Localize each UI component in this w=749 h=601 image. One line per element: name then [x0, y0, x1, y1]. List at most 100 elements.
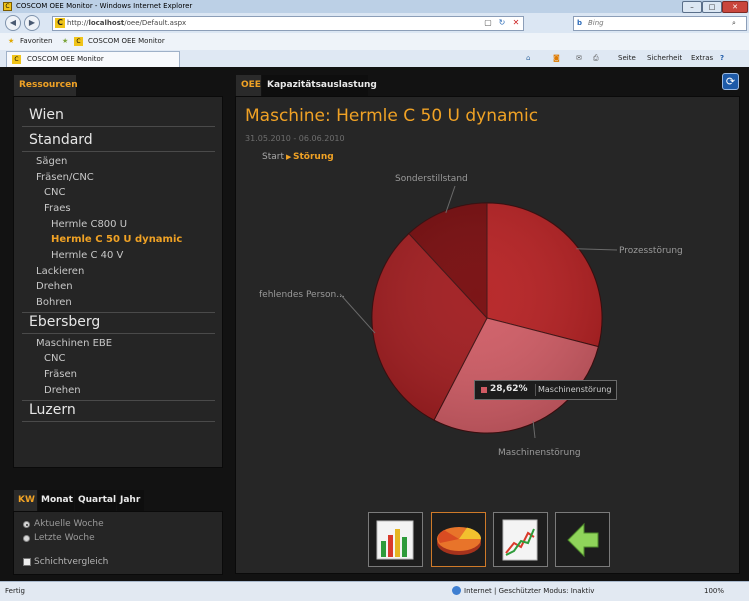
tree-item-lackieren[interactable]: Lackieren [36, 266, 84, 277]
refresh-page-icon[interactable]: ↻ [497, 18, 507, 28]
tree-separator [22, 333, 215, 334]
tab-kw[interactable]: KW [14, 490, 37, 511]
tree-item-cnc[interactable]: CNC [44, 187, 65, 198]
back-arrow-icon [567, 522, 599, 558]
site-icon: C [55, 18, 65, 28]
radio-letzte-woche[interactable] [23, 535, 30, 542]
tree-item-ebe-cnc[interactable]: CNC [44, 353, 65, 364]
window-titlebar: C COSCOM OEE Monitor - Windows Internet … [0, 0, 749, 13]
tab-ressourcen[interactable]: Ressourcen [14, 75, 78, 96]
search-box[interactable]: b Bing ⌕ [573, 16, 747, 31]
tree-item-wien[interactable]: Wien [29, 107, 64, 123]
safety-menu[interactable]: Sicherheit [647, 50, 682, 67]
tree-separator [22, 400, 215, 401]
status-bar: Fertig Internet | Geschützter Modus: Ina… [0, 581, 749, 601]
tooltip-swatch [481, 387, 487, 393]
tab-jahr[interactable]: Jahr [117, 490, 144, 511]
address-bar[interactable]: C http://localhost/oee/Default.aspx ▢ ↻ … [52, 16, 524, 31]
favorites-bar: ★ Favoriten ★ C COSCOM OEE Monitor [0, 33, 749, 51]
tree-item-ebe-fraesen[interactable]: Fräsen [44, 369, 77, 380]
favorites-button[interactable]: Favoriten [20, 33, 52, 50]
tooltip-label: Maschinenstörung [538, 385, 612, 394]
tree-item-hermle-c40v[interactable]: Hermle C 40 V [51, 250, 123, 261]
tree-item-bohren[interactable]: Bohren [36, 297, 72, 308]
browser-tab[interactable]: C COSCOM OEE Monitor [6, 51, 180, 67]
compat-icon[interactable]: ▢ [483, 18, 493, 28]
browser-tab-row: C COSCOM OEE Monitor ⌂ ◙ ✉ ⎙ Seite Siche… [0, 50, 749, 67]
search-input[interactable]: Bing [588, 17, 604, 30]
tools-menu[interactable]: Extras [691, 50, 713, 67]
radio-label-aktuelle-woche: Aktuelle Woche [34, 519, 104, 529]
date-range: 31.05.2010 - 06.06.2010 [245, 134, 345, 143]
page-menu[interactable]: Seite [618, 50, 636, 67]
page-title: Maschine: Hermle C 50 U dynamic [245, 106, 539, 126]
bar-chart-button[interactable] [368, 512, 423, 567]
address-row: ◀ ▶ C http://localhost/oee/Default.aspx … [0, 13, 749, 33]
tab-monat[interactable]: Monat [38, 490, 74, 511]
back-icon[interactable]: ◀ [5, 15, 21, 31]
tree-item-hermle-c50u-dynamic[interactable]: Hermle C 50 U dynamic [51, 234, 182, 245]
tree-item-drehen[interactable]: Drehen [36, 281, 73, 292]
pie-label-fehlendes-personal: fehlendes Person... [259, 290, 345, 300]
zoom-level[interactable]: 100% [704, 582, 724, 600]
radio-aktuelle-woche[interactable] [23, 521, 30, 528]
print-icon[interactable]: ⎙ [593, 50, 599, 67]
tree-item-hermle-c800u[interactable]: Hermle C800 U [51, 219, 127, 230]
site-favicon: C [74, 37, 83, 46]
pie-chart: Prozesstörung Maschinenstörung fehlendes… [259, 174, 683, 458]
tooltip-divider [535, 384, 536, 396]
mail-icon[interactable]: ✉ [576, 50, 582, 67]
line-chart-icon [502, 519, 538, 561]
back-button[interactable] [555, 512, 610, 567]
bing-icon: b [577, 19, 583, 27]
tab-oee[interactable]: OEE [236, 75, 261, 96]
close-button[interactable]: ✕ [722, 1, 748, 13]
radio-label-letzte-woche: Letzte Woche [34, 533, 95, 543]
maximize-button[interactable]: □ [702, 1, 722, 13]
tree-item-maschinen-ebe[interactable]: Maschinen EBE [36, 338, 112, 349]
help-icon[interactable]: ? [720, 50, 724, 67]
tree-item-fraesen-cnc[interactable]: Fräsen/CNC [36, 172, 94, 183]
feed-icon[interactable]: ◙ [553, 50, 560, 67]
add-favorite-icon[interactable]: ★ [62, 33, 68, 50]
tree-item-saegen[interactable]: Sägen [36, 156, 67, 167]
chart-tooltip: 28,62% Maschinenstörung [474, 380, 617, 400]
tree-item-fraes[interactable]: Fraes [44, 203, 71, 214]
pie-leader-line-2 [339, 293, 376, 334]
globe-icon [452, 586, 461, 595]
browser-tab-label: COSCOM OEE Monitor [27, 55, 104, 63]
pie-label-sonderstillstand: Sonderstillstand [395, 174, 468, 184]
refresh-icon[interactable]: ⟳ [722, 73, 739, 90]
tree-item-ebersberg[interactable]: Ebersberg [29, 314, 100, 330]
zone-text: Internet | Geschützter Modus: Inaktiv [464, 587, 595, 595]
forward-icon[interactable]: ▶ [24, 15, 40, 31]
home-icon[interactable]: ⌂ [526, 50, 530, 67]
tooltip-value: 28,62% [490, 384, 528, 394]
favorite-link-coscom[interactable]: COSCOM OEE Monitor [88, 33, 165, 50]
tab-quartal[interactable]: Quartal [75, 490, 116, 511]
status-text: Fertig [5, 587, 25, 595]
tree-separator [22, 126, 215, 127]
pie-chart-icon [437, 527, 482, 555]
pie-chart-button[interactable] [431, 512, 486, 567]
pie-label-maschinenstoerung: Maschinenstörung [498, 448, 581, 458]
url-text: http://localhost/oee/Default.aspx [67, 19, 187, 27]
window-title: COSCOM OEE Monitor - Windows Internet Ex… [16, 2, 193, 10]
checkbox-schichtvergleich[interactable] [23, 558, 31, 566]
tree-item-luzern[interactable]: Luzern [29, 402, 76, 418]
tree-item-ebe-drehen[interactable]: Drehen [44, 385, 81, 396]
tree-separator [22, 151, 215, 152]
bar-chart-icon [376, 520, 414, 560]
pie-leader-line-0 [576, 248, 618, 251]
tab-kapazitaetsauslastung[interactable]: Kapazitätsauslastung [262, 75, 377, 96]
search-icon[interactable]: ⌕ [732, 17, 736, 30]
star-icon: ★ [8, 37, 15, 45]
tree-item-standard[interactable]: Standard [29, 132, 93, 148]
tab-favicon: C [12, 55, 21, 64]
stop-icon[interactable]: ✕ [511, 18, 521, 28]
tree-separator [22, 312, 215, 313]
tree-separator [22, 421, 215, 422]
minimize-button[interactable]: – [682, 1, 702, 13]
line-chart-button[interactable] [493, 512, 548, 567]
checkbox-label-schichtvergleich: Schichtvergleich [34, 557, 109, 567]
